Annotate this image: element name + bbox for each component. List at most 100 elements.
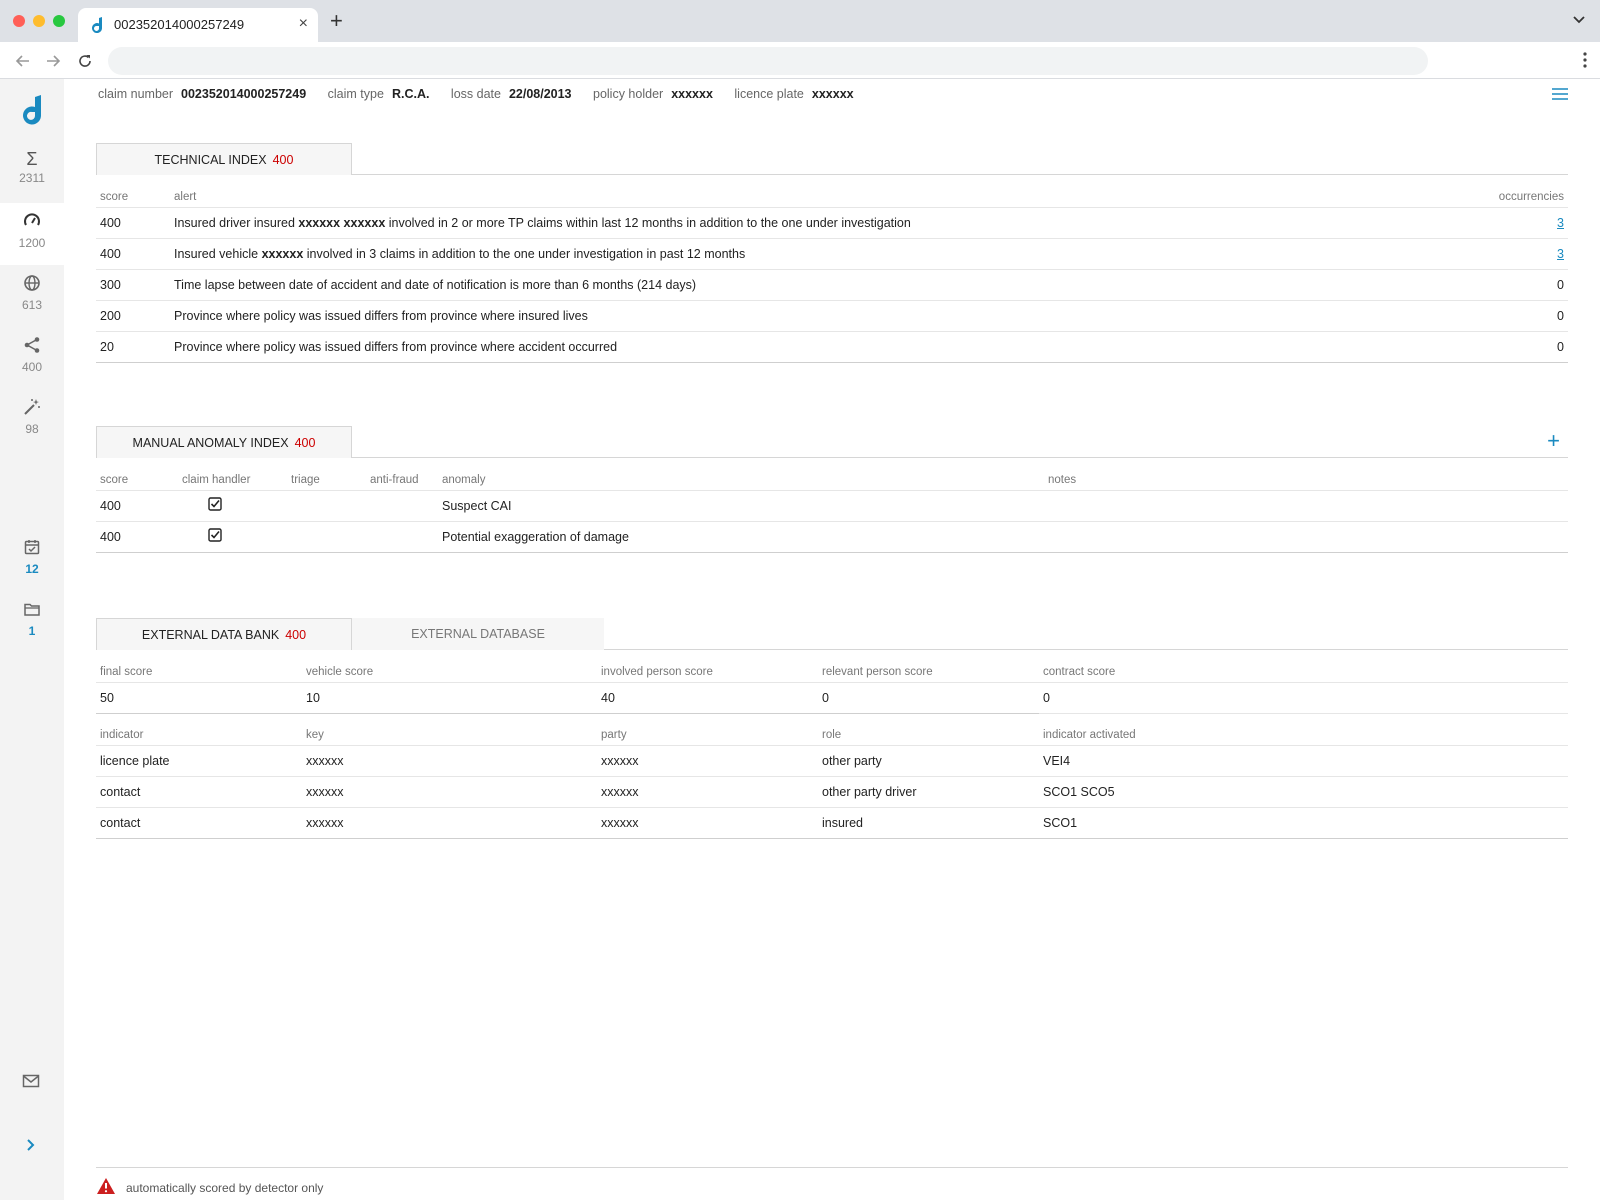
sidebar: Σ 2311 1200 613 400 98 12 1: [0, 79, 64, 1200]
licence-plate-value: xxxxxx: [811, 87, 854, 101]
col-final-score: final score: [96, 650, 302, 683]
table-row: contact xxxxxx xxxxxx insured SCO1: [96, 807, 1568, 839]
key-value: xxxxxx: [302, 776, 597, 808]
row-score: 20: [96, 331, 170, 363]
col-key: key: [302, 713, 597, 746]
chevron-down-icon[interactable]: [1572, 12, 1586, 29]
sidebar-item-score[interactable]: 1200: [0, 203, 64, 265]
row-score: 400: [96, 521, 178, 553]
indicator-activated-value: SCO1 SCO5: [1039, 776, 1568, 808]
claim-number-label: claim number: [98, 87, 174, 101]
tab-score: 400: [272, 153, 294, 167]
table-row: 50 10 40 0 0: [96, 682, 1568, 714]
tab-technical-index[interactable]: TECHNICAL INDEX 400: [96, 143, 352, 175]
tab-close-icon[interactable]: ×: [299, 15, 308, 33]
calendar-check-icon: [23, 538, 41, 559]
indicator-value: contact: [96, 776, 302, 808]
occurrencies-link[interactable]: 3: [1557, 216, 1564, 230]
hamburger-menu-icon[interactable]: [1552, 88, 1568, 103]
contract-score-value: 0: [1039, 682, 1568, 714]
alert-text: involved in 3 claims in addition to the …: [303, 246, 746, 261]
sidebar-item-documents[interactable]: 1: [0, 591, 64, 653]
globe-icon: [23, 274, 41, 295]
key-value: xxxxxx: [302, 807, 597, 839]
add-anomaly-button[interactable]: +: [1547, 430, 1560, 452]
manual-anomaly-tabs: MANUAL ANOMALY INDEX 400 +: [96, 426, 1568, 458]
table-row: 400 Insured vehicle xxxxxx involved in 3…: [96, 238, 1568, 270]
claim-type-value: R.C.A.: [391, 87, 430, 101]
new-tab-button[interactable]: +: [330, 10, 343, 32]
claim-number-value: 002352014000257249: [181, 87, 307, 101]
final-score-value: 50: [96, 682, 302, 714]
col-contract-score: contract score: [1039, 650, 1568, 683]
browser-tab[interactable]: 002352014000257249 ×: [78, 8, 318, 42]
manual-anomaly-table: score claim handler triage anti-fraud an…: [96, 458, 1568, 553]
alert-text: involved in 2 or more TP claims within l…: [385, 215, 911, 230]
expand-chevron-icon[interactable]: [22, 1137, 40, 1156]
claim-type-label: claim type: [327, 87, 384, 101]
tab-external-data-bank[interactable]: EXTERNAL DATA BANK 400: [96, 618, 352, 650]
forward-arrow-icon[interactable]: [42, 50, 64, 72]
sigma-icon: Σ: [26, 149, 38, 169]
col-indicator-activated: indicator activated: [1039, 713, 1568, 746]
warning-triangle-icon: [96, 1177, 116, 1198]
row-score: 400: [96, 238, 170, 270]
browser-menu-icon[interactable]: [1582, 51, 1588, 72]
col-notes: notes: [1044, 458, 1568, 491]
footer-text: automatically scored by detector only: [126, 1180, 324, 1195]
alert-text: Insured driver insured: [174, 215, 299, 230]
table-row: 400 Potential exaggeration of damage: [96, 521, 1568, 553]
browser-tab-bar: 002352014000257249 × +: [0, 0, 1600, 42]
mail-icon[interactable]: [22, 1073, 40, 1092]
col-role: role: [818, 713, 1039, 746]
alert-text: Insured vehicle: [174, 246, 262, 261]
row-occurrencies: 0: [1428, 269, 1568, 301]
window-minimize-button[interactable]: [33, 15, 45, 27]
involved-person-score-value: 40: [597, 682, 818, 714]
row-score: 400: [96, 490, 178, 522]
relevant-person-score-value: 0: [818, 682, 1039, 714]
row-anomaly: Potential exaggeration of damage: [438, 521, 1044, 553]
policy-holder-value: xxxxxx: [671, 87, 713, 101]
checkbox-checked-icon[interactable]: [208, 528, 222, 545]
row-occurrencies: 0: [1428, 300, 1568, 332]
app-logo-icon[interactable]: [20, 95, 44, 128]
window-close-button[interactable]: [13, 15, 25, 27]
indicator-activated-value: SCO1: [1039, 807, 1568, 839]
col-vehicle-score: vehicle score: [302, 650, 597, 683]
loss-date-label: loss date: [450, 87, 501, 101]
reload-icon[interactable]: [74, 50, 96, 72]
tab-label: EXTERNAL DATA BANK: [141, 628, 280, 642]
address-bar[interactable]: [108, 47, 1428, 75]
back-arrow-icon[interactable]: [12, 50, 34, 72]
sidebar-item-network[interactable]: 400: [0, 327, 64, 389]
alert-bold: xxxxxx xxxxxx: [298, 215, 386, 230]
manual-anomaly-section: MANUAL ANOMALY INDEX 400 + score claim ha…: [96, 426, 1568, 553]
col-alert: alert: [170, 175, 1428, 208]
external-data-tabs: EXTERNAL DATA BANK 400 EXTERNAL DATABASE: [96, 618, 1568, 650]
sidebar-item-geo[interactable]: 613: [0, 265, 64, 327]
row-triage: [287, 521, 366, 553]
checkbox-checked-icon[interactable]: [208, 497, 222, 514]
col-involved-person-score: involved person score: [597, 650, 818, 683]
external-scores-table: final score vehicle score involved perso…: [96, 650, 1568, 714]
window-maximize-button[interactable]: [53, 15, 65, 27]
col-party: party: [597, 713, 818, 746]
col-occurrencies: occurrencies: [1428, 175, 1568, 208]
col-claim-handler: claim handler: [178, 458, 287, 491]
row-alert: Province where policy was issued differs…: [170, 300, 1428, 332]
sidebar-item-manual[interactable]: 98: [0, 389, 64, 451]
sidebar-item-count: 98: [25, 422, 39, 436]
technical-index-tabs: TECHNICAL INDEX 400: [96, 143, 1568, 175]
tab-external-database[interactable]: EXTERNAL DATABASE: [352, 618, 604, 650]
sidebar-item-total[interactable]: Σ 2311: [0, 141, 64, 203]
sidebar-item-tasks[interactable]: 12: [0, 529, 64, 591]
sidebar-item-count: 1: [28, 624, 36, 638]
row-score: 300: [96, 269, 170, 301]
occurrencies-link[interactable]: 3: [1557, 247, 1564, 261]
col-relevant-person-score: relevant person score: [818, 650, 1039, 683]
row-alert: Time lapse between date of accident and …: [170, 269, 1428, 301]
row-triage: [287, 490, 366, 522]
tab-manual-anomaly-index[interactable]: MANUAL ANOMALY INDEX 400: [96, 426, 352, 458]
table-row: licence plate xxxxxx xxxxxx other party …: [96, 745, 1568, 777]
